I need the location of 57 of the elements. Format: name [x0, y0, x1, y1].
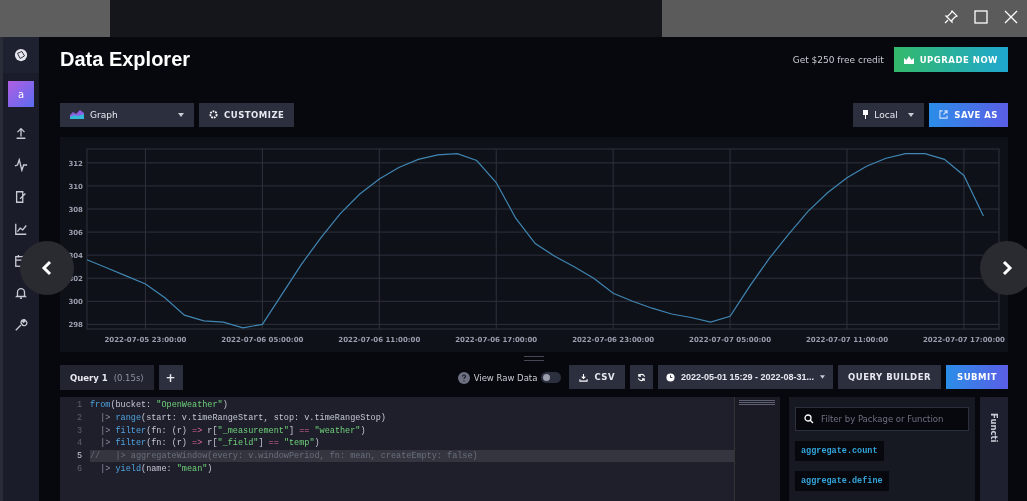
caret-icon — [820, 375, 825, 379]
refresh-icon — [637, 372, 646, 382]
pulse-icon[interactable] — [14, 158, 28, 172]
query-builder-button[interactable]: QUERY BUILDER — [838, 365, 941, 389]
code-line: |> range(start: v.timeRangeStart, stop: v.timeRangeStop) — [99, 412, 387, 425]
code-line: |> filter(fn: (r) => r["_field"] == "temp") — [99, 437, 321, 450]
query-tab[interactable]: Query 1 (0.15s) — [60, 365, 154, 390]
code-line: |> yield(name: "mean") — [99, 462, 214, 476]
time-range-dropdown[interactable]: 2022-05-01 15:29 - 2022-08-31... — [658, 365, 833, 389]
search-icon — [804, 414, 814, 424]
customize-button[interactable]: CUSTOMIZE — [199, 102, 295, 127]
function-item[interactable]: aggregate.count — [795, 441, 884, 461]
csv-button[interactable]: CSV — [569, 365, 625, 389]
line-number: 3 — [75, 425, 83, 436]
pin-icon — [863, 110, 869, 120]
maximize-icon[interactable] — [973, 9, 989, 25]
pin-icon[interactable] — [943, 9, 959, 25]
refresh-button[interactable] — [630, 365, 653, 389]
add-query-button[interactable]: + — [158, 365, 183, 390]
caret-icon — [908, 112, 915, 117]
line-number: 6 — [75, 463, 83, 474]
timezone-dropdown[interactable]: Local — [853, 102, 925, 127]
raw-data-label: View Raw Data — [473, 372, 538, 383]
function-search-field[interactable]: Filter by Package or Function — [795, 407, 969, 431]
functions-tab[interactable]: Functi — [980, 397, 1008, 501]
line-number: 5 — [75, 451, 83, 462]
code-line: |> filter(fn: (r) => r["_measurement"] == "weather") — [99, 424, 367, 438]
line-number: 1 — [75, 400, 83, 411]
promo-text: Get $250 free credit — [792, 54, 884, 65]
download-icon — [579, 372, 589, 382]
line-number: 2 — [75, 413, 83, 424]
function-item[interactable]: aggregate.define — [795, 471, 889, 491]
user-avatar[interactable]: a — [8, 81, 34, 107]
raw-data-toggle[interactable] — [541, 372, 562, 383]
graph-type-icon — [70, 110, 84, 120]
edit-icon[interactable] — [14, 190, 28, 204]
logo-icon[interactable] — [14, 48, 28, 62]
export-icon — [939, 110, 949, 120]
save-as-button[interactable]: SAVE AS — [929, 102, 1008, 127]
code-minimap[interactable] — [734, 397, 780, 501]
code-line: from(bucket: "OpenWeather") — [90, 399, 229, 412]
gear-icon — [209, 110, 218, 120]
clock-icon — [666, 372, 675, 382]
bell-icon[interactable] — [14, 286, 28, 300]
crown-icon — [903, 55, 914, 64]
page-title: Data Explorer — [60, 48, 191, 72]
close-icon[interactable] — [1003, 9, 1019, 25]
wrench-icon[interactable] — [14, 318, 28, 332]
view-type-dropdown[interactable]: Graph — [60, 102, 194, 127]
line-chart-icon[interactable] — [14, 222, 28, 236]
caret-icon — [178, 112, 184, 117]
help-icon[interactable] — [457, 371, 470, 384]
submit-button[interactable]: SUBMIT — [946, 365, 1008, 389]
code-editor[interactable] — [60, 397, 734, 501]
line-number: 4 — [75, 438, 83, 449]
resize-handle[interactable] — [524, 355, 544, 361]
upload-icon[interactable] — [14, 126, 28, 140]
